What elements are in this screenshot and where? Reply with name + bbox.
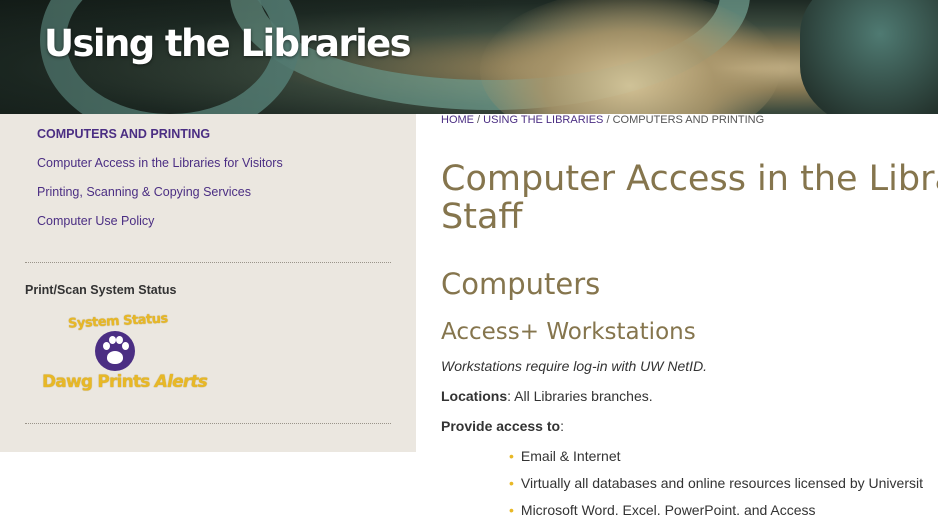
section-heading-computers: Computers <box>441 267 601 301</box>
sidebar-link-printing[interactable]: Printing, Scanning & Copying Services <box>37 185 251 199</box>
provide-access-label: Provide access to <box>441 418 561 434</box>
page-title-line-1: Computer Access in the Librar <box>441 159 938 199</box>
hero-banner: Using the Libraries <box>0 0 938 114</box>
sidebar-divider <box>25 262 391 263</box>
sidebar-link-policy[interactable]: Computer Use Policy <box>37 214 154 228</box>
badge-top-text: System Status <box>67 311 169 332</box>
list-item-text: Email & Internet <box>520 448 621 464</box>
sidebar-divider <box>25 423 391 424</box>
breadcrumb-current: COMPUTERS AND PRINTING <box>612 114 765 126</box>
locations-value: : All Libraries branches. <box>507 388 653 404</box>
provide-access-suffix: : <box>560 418 564 434</box>
badge-bottom-text-2: Alerts <box>154 372 208 392</box>
list-item: • Virtually all databases and online reso… <box>509 475 923 491</box>
subsection-heading-workstations: Access+ Workstations <box>441 319 696 345</box>
badge-bottom-text-1: Dawg Prints <box>42 372 150 392</box>
breadcrumb-sep: / <box>474 114 484 126</box>
badge-bottom-text: Dawg Prints Alerts <box>42 372 208 392</box>
locations-label: Locations <box>441 388 508 404</box>
list-item-text: Virtually all databases and online resou… <box>520 475 923 491</box>
bullet-icon: • <box>509 448 514 464</box>
breadcrumb: HOME / USING THE LIBRARIES / COMPUTERS A… <box>441 114 764 126</box>
paw-icon <box>95 331 135 371</box>
sidebar: COMPUTERS AND PRINTING Computer Access i… <box>0 114 416 452</box>
provide-access-text: Provide access to: <box>441 418 564 434</box>
list-item: • Microsoft Word, Excel, PowerPoint, and … <box>509 502 816 515</box>
list-item: • Email & Internet <box>509 448 621 464</box>
breadcrumb-sep: / <box>603 114 613 126</box>
list-item-text: Microsoft Word, Excel, PowerPoint, and A… <box>520 502 816 515</box>
sidebar-link-visitor-access[interactable]: Computer Access in the Libraries for Vis… <box>37 156 283 170</box>
login-requirement-text: Workstations require log-in with UW NetI… <box>441 358 708 374</box>
breadcrumb-section[interactable]: USING THE LIBRARIES <box>483 114 603 126</box>
bullet-icon: • <box>509 475 514 491</box>
page-section-title: Using the Libraries <box>44 22 412 65</box>
page-title-line-2: Staff <box>441 197 523 237</box>
sidebar-heading-link[interactable]: COMPUTERS AND PRINTING <box>37 127 210 141</box>
bullet-icon: • <box>509 502 514 515</box>
main-content: HOME / USING THE LIBRARIES / COMPUTERS A… <box>441 114 938 515</box>
breadcrumb-home[interactable]: HOME <box>441 114 474 126</box>
dawg-prints-alerts-badge[interactable]: System Status Dawg Prints Alerts <box>40 311 208 400</box>
locations-text: Locations: All Libraries branches. <box>441 388 653 404</box>
page-title: Computer Access in the Librar Staff <box>441 160 938 236</box>
print-status-label: Print/Scan System Status <box>25 283 177 297</box>
